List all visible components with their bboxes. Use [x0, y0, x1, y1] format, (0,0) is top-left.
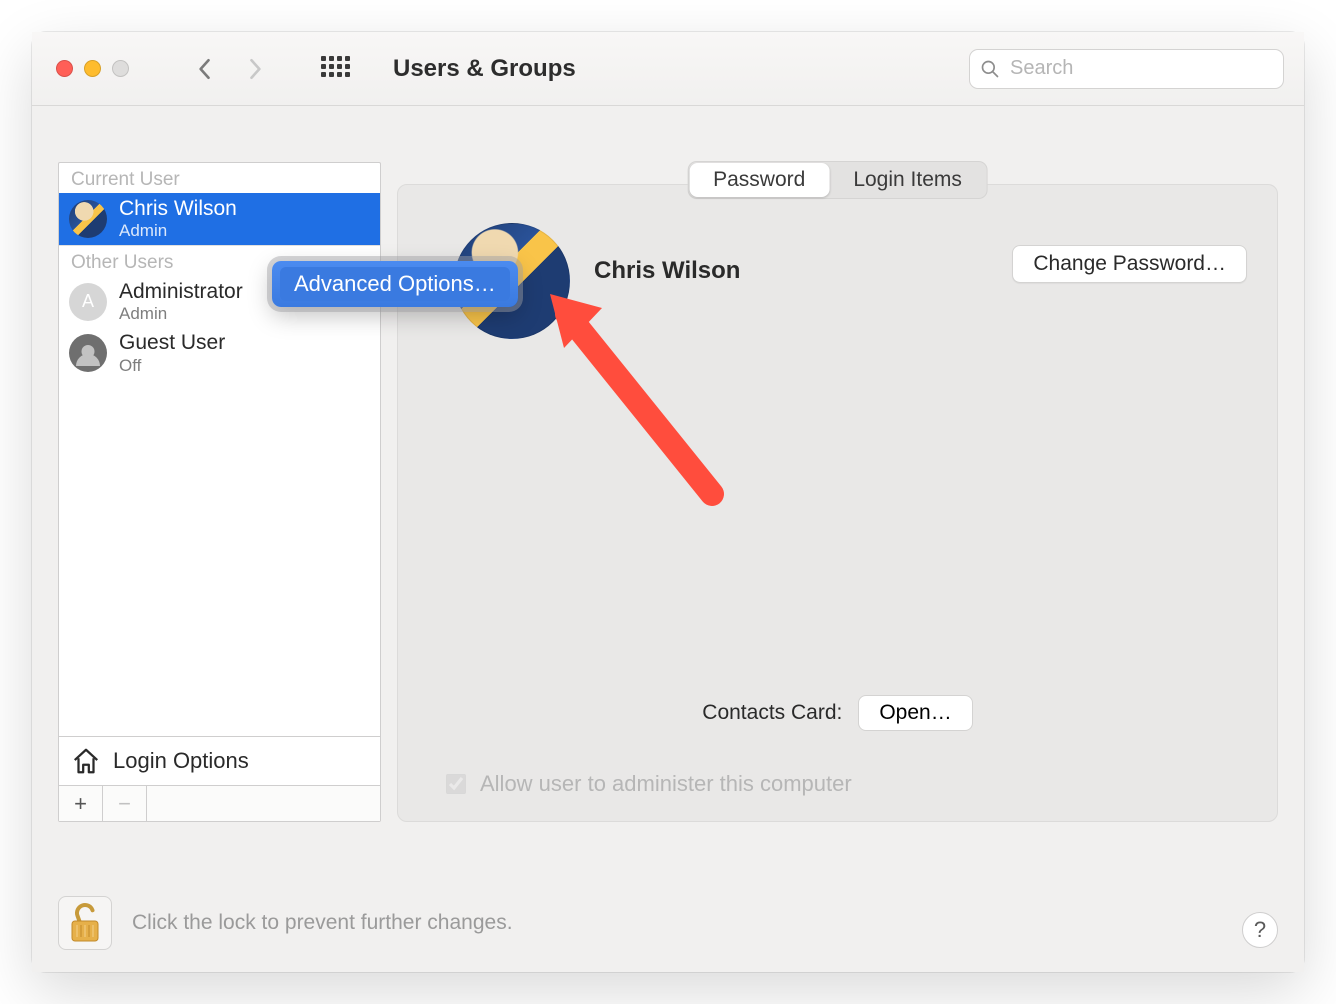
- back-button[interactable]: [191, 55, 219, 83]
- user-row-current[interactable]: Chris Wilson Admin: [59, 193, 380, 245]
- avatar: A: [69, 283, 107, 321]
- lock-instruction-text: Click the lock to prevent further change…: [132, 911, 513, 935]
- contacts-card-label: Contacts Card:: [702, 701, 842, 725]
- avatar: [69, 334, 107, 372]
- admin-checkbox-label: Allow user to administer this computer: [480, 771, 852, 797]
- remove-user-button[interactable]: −: [103, 786, 147, 821]
- avatar: [69, 200, 107, 238]
- zoom-window-button[interactable]: [112, 60, 129, 77]
- admin-checkbox-row: Allow user to administer this computer: [446, 771, 852, 797]
- user-role: Admin: [119, 221, 237, 241]
- login-options-label: Login Options: [113, 748, 249, 774]
- home-icon: [71, 746, 101, 776]
- spacer: [147, 786, 380, 821]
- user-name: Administrator: [119, 280, 243, 304]
- change-password-button[interactable]: Change Password…: [1012, 245, 1247, 283]
- nav-arrows: [191, 55, 269, 83]
- unlock-icon: [68, 901, 102, 945]
- toolbar: Users & Groups: [32, 32, 1304, 106]
- tab-password[interactable]: Password: [689, 163, 829, 197]
- lock-button[interactable]: [58, 896, 112, 950]
- search-icon: [980, 59, 1000, 79]
- forward-button[interactable]: [241, 55, 269, 83]
- context-menu: Advanced Options…: [272, 261, 518, 307]
- help-button[interactable]: ?: [1242, 912, 1278, 948]
- show-all-prefs-button[interactable]: [321, 56, 347, 82]
- lock-row: Click the lock to prevent further change…: [58, 896, 513, 950]
- user-display-name: Chris Wilson: [594, 257, 740, 285]
- content-area: Current User Chris Wilson Admin Other Us…: [32, 106, 1304, 972]
- open-contacts-button[interactable]: Open…: [858, 695, 972, 731]
- main-panel: Password Login Items Chris Wilson Change…: [397, 184, 1278, 822]
- login-options-button[interactable]: Login Options: [59, 736, 380, 785]
- user-row[interactable]: Guest User Off: [59, 327, 380, 379]
- user-name: Chris Wilson: [119, 197, 237, 221]
- tab-login-items[interactable]: Login Items: [829, 163, 986, 197]
- user-role: Off: [119, 356, 225, 376]
- window-title: Users & Groups: [393, 55, 576, 83]
- search-wrap: [969, 49, 1284, 89]
- close-window-button[interactable]: [56, 60, 73, 77]
- minimize-window-button[interactable]: [84, 60, 101, 77]
- search-input[interactable]: [969, 49, 1284, 89]
- advanced-options-menu-item[interactable]: Advanced Options…: [280, 267, 510, 301]
- add-user-button[interactable]: +: [59, 786, 103, 821]
- window-controls: [56, 60, 129, 77]
- contacts-card-row: Contacts Card: Open…: [398, 695, 1277, 731]
- user-role: Admin: [119, 304, 243, 324]
- user-name: Guest User: [119, 331, 225, 355]
- current-user-label: Current User: [59, 163, 380, 193]
- add-remove-row: + −: [59, 785, 380, 821]
- admin-checkbox: [446, 774, 466, 794]
- tabs: Password Login Items: [687, 161, 988, 199]
